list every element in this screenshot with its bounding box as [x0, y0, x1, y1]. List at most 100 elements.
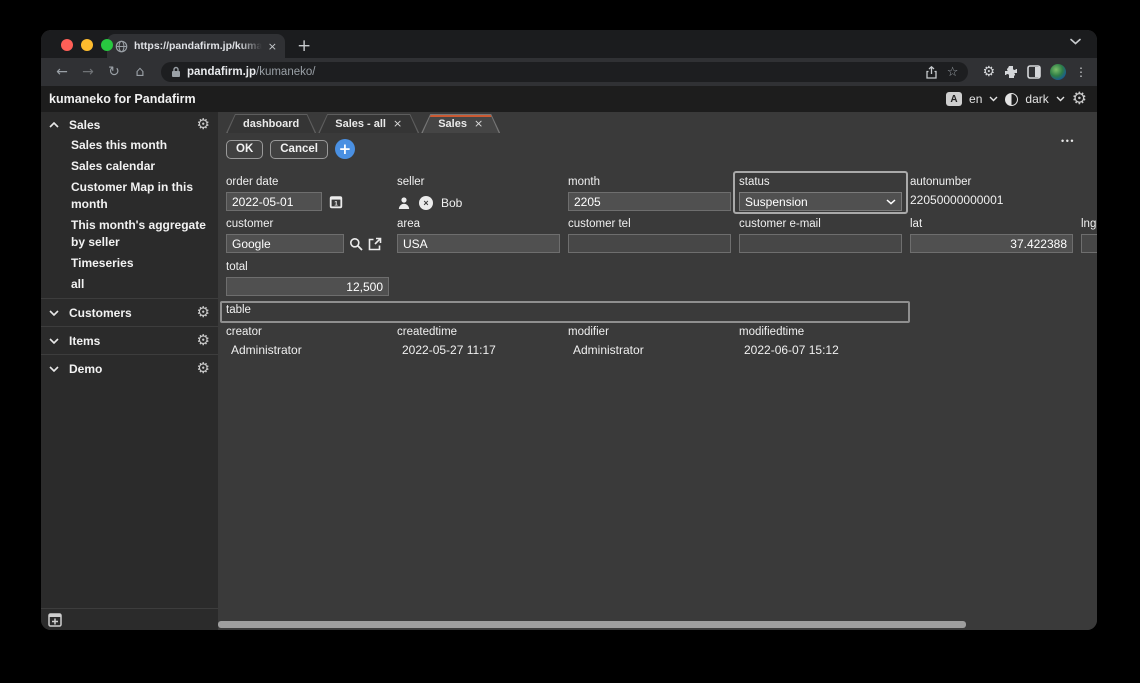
home-icon[interactable]: ⌂ [129, 65, 151, 79]
theme-select[interactable]: dark [1025, 92, 1048, 106]
open-in-new-icon[interactable] [368, 237, 382, 251]
reload-icon[interactable]: ↻ [103, 65, 125, 79]
svg-text:1: 1 [334, 200, 338, 207]
forward-icon[interactable]: → [77, 65, 99, 79]
sidebar-item-customer-map[interactable]: Customer Map in this month [41, 177, 218, 215]
lat-input[interactable] [910, 234, 1073, 253]
bookmark-star-icon[interactable]: ☆ [947, 65, 959, 80]
sales-gear-icon[interactable]: ⚙ [197, 117, 210, 132]
field-table-group[interactable]: table [220, 301, 910, 323]
items-gear-icon[interactable]: ⚙ [197, 333, 210, 348]
lock-icon [171, 66, 181, 78]
autonumber-value: 22050000000001 [910, 193, 1004, 207]
side-panel-icon[interactable] [1027, 65, 1041, 79]
tab-sales-all[interactable]: Sales - all × [318, 114, 419, 133]
remove-seller-icon[interactable]: × [419, 195, 433, 210]
field-autonumber: autonumber 22050000000001 [910, 176, 1073, 211]
area-input[interactable] [397, 234, 560, 253]
site-favicon-icon [115, 40, 128, 53]
app-title: kumaneko for Pandafirm [49, 92, 196, 106]
app-settings-gear-icon[interactable]: ⚙ [1072, 90, 1087, 108]
sidebar-footer [41, 608, 218, 630]
chevron-down-icon [49, 365, 59, 372]
sidebar-section-items[interactable]: Items ⚙ [41, 330, 218, 351]
app-header: kumaneko for Pandafirm A en dark ⚙ [41, 86, 1097, 112]
field-modifier: modifier Administrator [568, 326, 731, 357]
more-menu-icon[interactable]: ••• [1061, 136, 1075, 146]
browser-menu-kebab-icon[interactable]: ⋮ [1075, 65, 1087, 79]
cancel-button[interactable]: Cancel [270, 139, 328, 159]
language-icon: A [946, 92, 963, 106]
customer-input[interactable] [226, 234, 344, 253]
field-customer: customer [226, 218, 389, 253]
scrollbar-thumb[interactable] [218, 621, 966, 628]
url-path: /kumaneko/ [256, 66, 316, 78]
total-input[interactable] [226, 277, 389, 296]
browser-toolbar: ← → ↻ ⌂ pandafirm.jp/kumaneko/ ☆ ⚙ ⋮ [41, 58, 1097, 86]
address-bar[interactable]: pandafirm.jp/kumaneko/ ☆ [161, 62, 969, 82]
field-customer-tel: customer tel [568, 218, 731, 253]
window-controls [61, 39, 113, 51]
theme-chevron-icon[interactable] [1056, 96, 1065, 102]
select-chevron-icon [886, 198, 896, 205]
browser-tab[interactable]: https://pandafirm.jp/kumaneko × [107, 34, 285, 58]
share-icon[interactable] [926, 65, 937, 79]
chevron-down-icon [49, 309, 59, 316]
status-select[interactable]: Suspension [739, 192, 902, 211]
customer-email-input[interactable] [739, 234, 902, 253]
month-input[interactable] [568, 192, 731, 211]
sidebar-item-month-aggregate[interactable]: This month's aggregate by seller [41, 215, 218, 253]
sidebar-item-timeseries[interactable]: Timeseries [41, 253, 218, 274]
profile-avatar[interactable] [1050, 64, 1066, 80]
lng-input[interactable] [1081, 234, 1097, 253]
field-creator: creator Administrator [226, 326, 389, 357]
add-record-button[interactable]: + [334, 139, 355, 159]
tab-close-icon[interactable]: × [268, 41, 277, 52]
customers-gear-icon[interactable]: ⚙ [197, 305, 210, 320]
modifier-value: Administrator [573, 343, 644, 357]
action-bar: OK Cancel + [226, 138, 1097, 160]
sidebar-item-all[interactable]: all [41, 274, 218, 295]
zoom-window-button[interactable] [101, 39, 113, 51]
seller-value: Bob [441, 195, 463, 210]
extensions-puzzle-icon[interactable] [1004, 65, 1018, 79]
close-window-button[interactable] [61, 39, 73, 51]
main-content: dashboard Sales - all × Sales × OK Cance… [218, 112, 1097, 630]
add-app-icon[interactable] [48, 612, 62, 627]
browser-tabstrip: https://pandafirm.jp/kumaneko × + [41, 30, 1097, 58]
back-icon[interactable]: ← [51, 65, 73, 79]
field-seller: seller × Bob [397, 176, 463, 210]
customer-tel-input[interactable] [568, 234, 731, 253]
field-order-date: order date 1 [226, 176, 389, 211]
field-lng: lng [1081, 218, 1097, 253]
demo-gear-icon[interactable]: ⚙ [197, 361, 210, 376]
tab-search-chevron-icon[interactable] [1070, 38, 1081, 45]
sidebar-item-sales-this-month[interactable]: Sales this month [41, 135, 218, 156]
calendar-icon[interactable]: 1 [329, 195, 343, 209]
language-select[interactable]: en [969, 92, 982, 106]
sidebar-section-demo[interactable]: Demo ⚙ [41, 358, 218, 379]
minimize-window-button[interactable] [81, 39, 93, 51]
horizontal-scrollbar[interactable] [218, 621, 1097, 628]
field-modifiedtime: modifiedtime 2022-06-07 15:12 [739, 326, 902, 357]
search-icon[interactable] [349, 237, 363, 251]
sidebar-item-sales-calendar[interactable]: Sales calendar [41, 156, 218, 177]
order-date-input[interactable] [226, 192, 322, 211]
close-tab-icon[interactable]: × [474, 117, 483, 130]
tab-dashboard[interactable]: dashboard [226, 114, 316, 133]
record-form: order date 1 seller [218, 160, 1097, 357]
tab-sales[interactable]: Sales × [421, 114, 500, 133]
close-tab-icon[interactable]: × [393, 117, 402, 130]
field-lat: lat [910, 218, 1073, 253]
sidebar-section-customers[interactable]: Customers ⚙ [41, 302, 218, 323]
language-chevron-icon[interactable] [989, 96, 998, 102]
user-icon [397, 196, 411, 210]
sidebar-section-sales[interactable]: Sales ⚙ [41, 114, 218, 135]
ok-button[interactable]: OK [226, 139, 264, 159]
chevron-up-icon [49, 121, 59, 128]
url-text: pandafirm.jp/kumaneko/ [187, 66, 920, 78]
new-tab-button[interactable]: + [297, 38, 311, 55]
field-month: month [568, 176, 731, 211]
table-label: table [226, 304, 251, 316]
extension-gear-icon[interactable]: ⚙ [982, 64, 995, 80]
